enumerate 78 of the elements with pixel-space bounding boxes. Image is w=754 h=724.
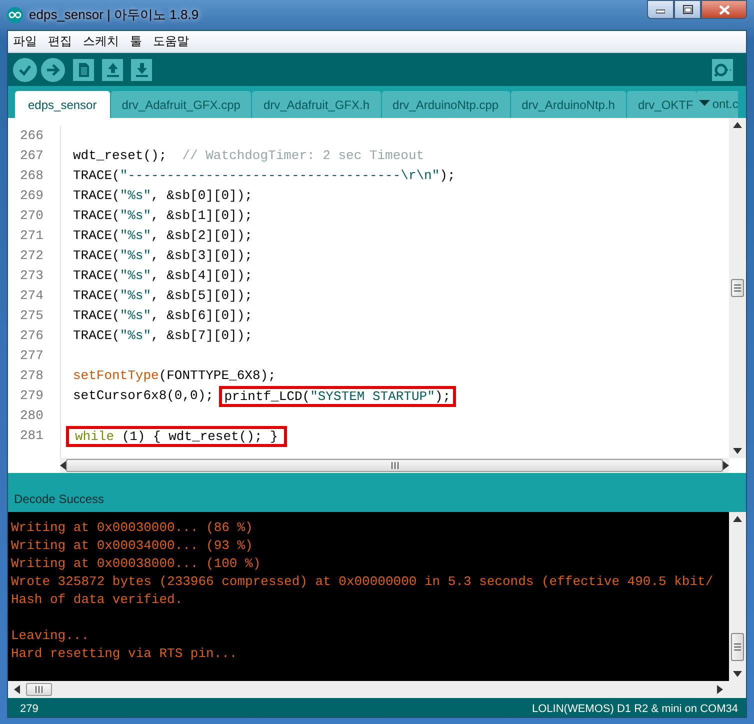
code-line: TRACE("%s", &sb[0][0]); [73,187,252,205]
magnifier-icon [713,62,732,78]
code-line: TRACE("%s", &sb[5][0]); [73,287,252,305]
scroll-up-icon[interactable] [733,516,742,522]
scrollbar-thumb[interactable] [66,459,723,472]
code-line: TRACE("%s", &sb[2][0]); [73,227,252,245]
scroll-up-icon[interactable] [733,122,742,128]
line-number: 275 [19,307,44,325]
close-button[interactable] [701,0,747,19]
menu-item[interactable]: 툴 [125,33,148,50]
grip-icon [34,685,44,694]
line-number: 270 [19,207,44,225]
code-line: setCursor6x8(0,0); [73,387,214,405]
line-number: 278 [19,367,44,385]
code-line: TRACE("%s", &sb[1][0]); [73,207,252,225]
console-line: Wrote 325872 bytes (233966 compressed) at 0x00000000 in 5.3 seconds (effective 490.5 kbit/ [11,573,714,591]
grip-icon [732,283,743,293]
up-arrow-button[interactable] [102,58,123,80]
scroll-right-icon[interactable] [717,685,723,694]
line-number: 272 [19,247,44,265]
menu-item[interactable]: 도움말 [148,33,195,50]
highlighted-code: printf_LCD("SYSTEM STARTUP"); [219,386,456,406]
line-number: 280 [19,407,44,425]
menu-item[interactable]: 편집 [43,33,78,50]
scroll-down-icon[interactable] [733,671,742,677]
line-number: 271 [19,227,44,245]
scrollbar-thumb[interactable] [731,633,744,661]
console-line: Writing at 0x00038000... (100 %) [11,555,262,573]
up-arrow-icon [106,62,120,78]
menu-item[interactable]: 파일 [8,33,43,50]
scrollbar-thumb[interactable] [731,279,744,297]
checkmark-button[interactable] [13,58,37,82]
scroll-left-icon[interactable] [14,685,20,694]
down-arrow-button[interactable] [131,58,152,80]
line-number: 281 [19,427,44,445]
document-button[interactable] [73,58,94,80]
line-number: 266 [19,127,44,145]
magnifier-button[interactable] [712,58,733,80]
code-line: TRACE("%s", &sb[7][0]); [73,327,252,345]
board-info: LOLIN(WEMOS) D1 R2 & mini on COM34 [532,702,738,714]
line-number: 277 [19,347,44,365]
code-line: TRACE("%s", &sb[3][0]); [73,247,252,265]
line-number: 269 [19,187,44,205]
scroll-down-icon[interactable] [733,448,742,454]
grip-icon [390,461,400,470]
line-number: 273 [19,267,44,285]
arrow-button[interactable] [41,58,65,82]
grip-icon [732,642,743,652]
highlighted-code: while (1) { wdt_reset(); } [66,426,287,446]
console-line: Leaving... [11,627,90,645]
console-line: Writing at 0x00034000... (93 %) [11,537,254,555]
close-icon [718,4,730,14]
code-line: TRACE("%s", &sb[4][0]); [73,267,252,285]
code-line: TRACE("-----------------------------------\r\n"); [73,167,456,185]
tab[interactable]: edps_sensor [15,91,110,118]
code-line: setFontType(FONTTYPE_6X8); [73,367,276,385]
menu-item[interactable]: 스케치 [78,33,125,50]
scrollbar-thumb[interactable] [26,683,52,696]
line-number: 279 [19,387,44,405]
line-number: 267 [19,147,44,165]
window-title: edps_sensor | 아두이노 1.8.9 [29,6,199,24]
tab-label-fragment: ont.c [712,91,738,118]
line-number-indicator: 279 [20,702,38,714]
minimize-button[interactable] [647,0,674,19]
document-icon [76,62,90,78]
line-number: 276 [19,327,44,345]
console-line: Hash of data verified. [11,591,184,609]
dropdown-triangle-icon [699,100,710,106]
down-arrow-icon [134,62,148,78]
line-number: 268 [19,167,44,185]
code-line: wdt_reset(); // WatchdogTimer: 2 sec Timeout [73,147,424,165]
maximize-icon [682,5,692,14]
console-line: Writing at 0x00030000... (86 %) [11,519,254,537]
maximize-button[interactable] [674,0,701,19]
line-number: 274 [19,287,44,305]
console-line: Hard resetting via RTS pin... [11,645,238,663]
code-line: TRACE("%s", &sb[6][0]); [73,307,252,325]
app-logo-icon [7,7,23,23]
